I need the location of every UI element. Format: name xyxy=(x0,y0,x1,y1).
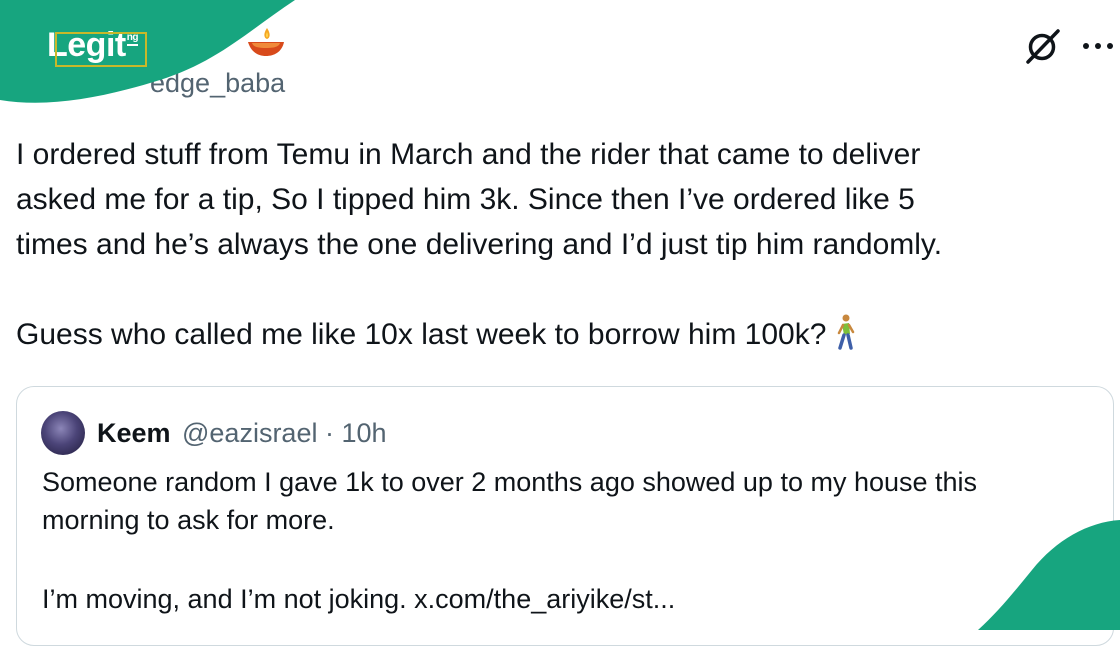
brand-logo: Legitng xyxy=(47,27,138,63)
quoted-avatar[interactable] xyxy=(41,411,85,455)
post-text-line: asked me for a tip, So I tipped him 3k. … xyxy=(16,183,915,216)
more-icon[interactable] xyxy=(1080,36,1116,56)
quoted-author-name[interactable]: Keem xyxy=(97,418,171,449)
brand-corner-wave xyxy=(978,520,1120,630)
quoted-text-line: I’m moving, and I’m not joking. x.com/th… xyxy=(42,584,676,614)
brand-wave-shape xyxy=(0,0,295,103)
quoted-handle-time: @eazisrael · 10h xyxy=(182,418,387,448)
post-text-line: I ordered stuff from Temu in March and t… xyxy=(16,138,921,171)
post-text-line: times and he’s always the one delivering… xyxy=(16,228,943,261)
post-text-question: Guess who called me like 10x last week t… xyxy=(16,318,827,351)
quoted-text-line: Someone random I gave 1k to over 2 month… xyxy=(42,467,978,497)
quoted-text: Someone random I gave 1k to over 2 month… xyxy=(42,463,1082,618)
brand-logo-suffix: ng xyxy=(126,33,138,46)
person-walking-icon xyxy=(838,314,855,350)
brand-logo-text: Legit xyxy=(47,26,126,64)
quoted-post[interactable]: Keem @eazisrael · 10h Someone random I g… xyxy=(16,386,1114,646)
grok-icon[interactable] xyxy=(1024,28,1062,64)
quoted-text-line: morning to ask for more. xyxy=(42,505,335,535)
post-text: I ordered stuff from Temu in March and t… xyxy=(16,132,1106,357)
post-text-line-last: Guess who called me like 10x last week t… xyxy=(16,312,1106,357)
